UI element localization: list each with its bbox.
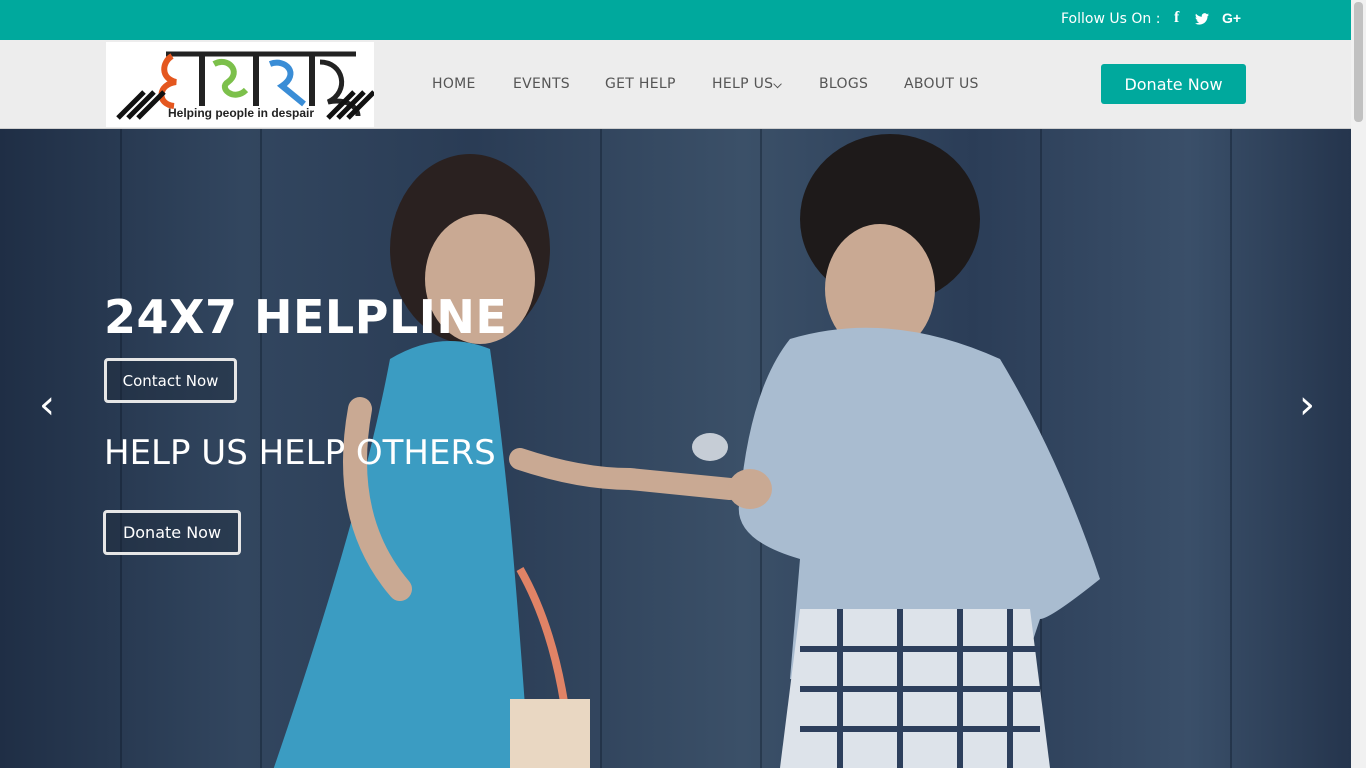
site-logo[interactable]: Helping people in despair [106,42,376,127]
contact-now-button[interactable]: Contact Now [104,358,237,403]
header-donate-button[interactable]: Donate Now [1101,64,1246,104]
hero-title: 24X7 HELPLINE [104,290,508,344]
hero-subtitle: HELP US HELP OTHERS [104,433,496,473]
main-navbar: Helping people in despair HOME EVENTS GE… [0,40,1351,129]
top-bar: Follow Us On : f G+ [0,0,1351,40]
nav-help-us-label: HELP US [712,76,774,92]
page-scrollbar[interactable] [1351,0,1366,768]
logo-tagline: Helping people in despair [168,106,315,120]
nav-get-help[interactable]: GET HELP [605,76,676,92]
nav-help-us[interactable]: HELP US⌵ [712,76,782,92]
scrollbar-thumb[interactable] [1354,2,1363,122]
nav-events[interactable]: EVENTS [513,76,570,92]
hero-donate-button[interactable]: Donate Now [103,510,241,555]
slider-prev-arrow-icon[interactable]: ‹ [32,385,62,425]
nav-blogs[interactable]: BLOGS [819,76,868,92]
nav-about-us[interactable]: ABOUT US [904,76,979,92]
nav-home[interactable]: HOME [432,76,476,92]
follow-us-label: Follow Us On : [1061,11,1161,27]
google-plus-icon[interactable]: G+ [1222,10,1241,26]
slider-next-arrow-icon[interactable]: › [1292,385,1322,425]
twitter-icon[interactable] [1195,12,1209,28]
chevron-down-icon: ⌵ [773,78,782,91]
facebook-icon[interactable]: f [1174,9,1179,27]
